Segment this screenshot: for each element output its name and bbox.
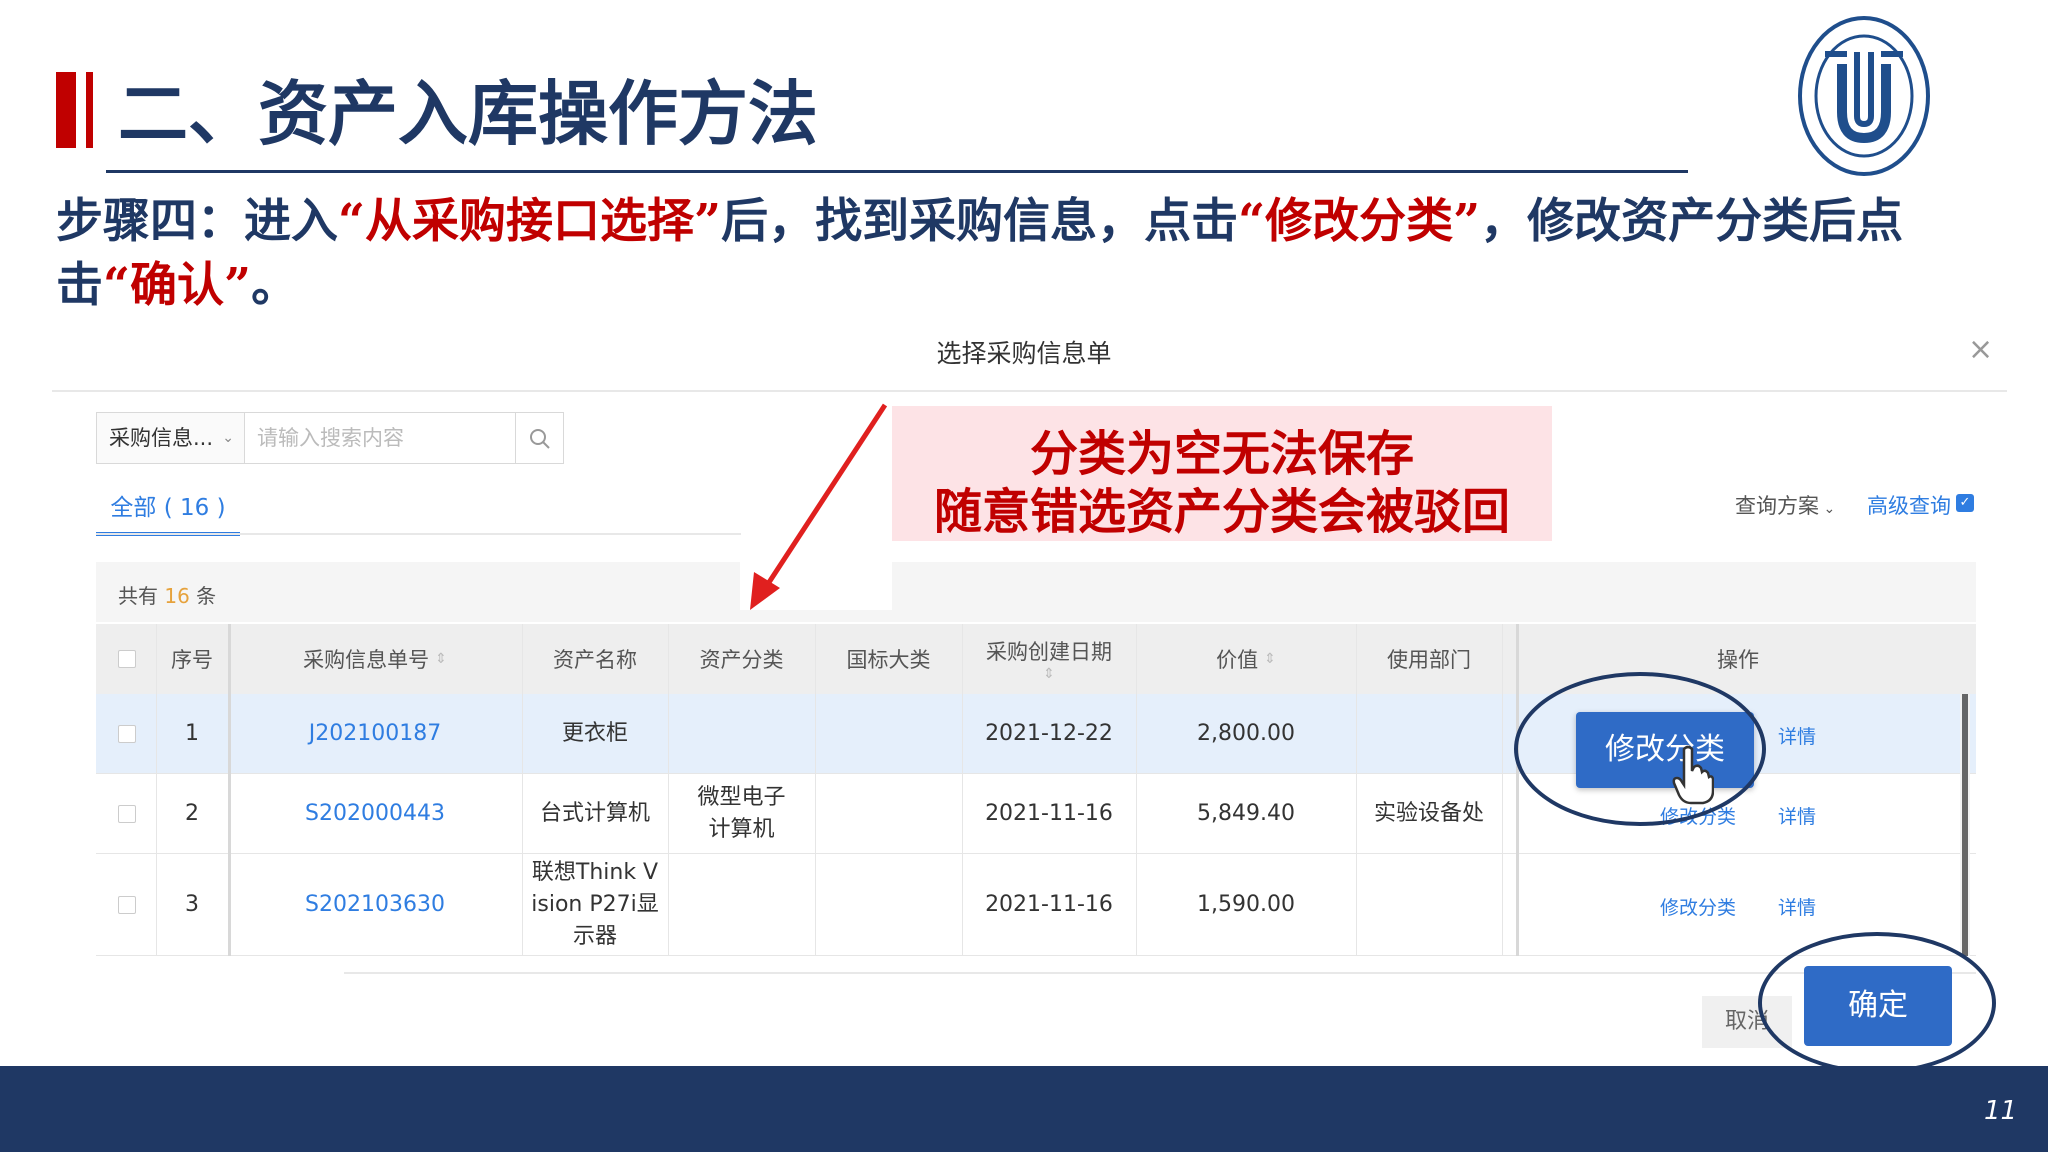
sort-icon: ⇕ [1264,651,1276,667]
detail-link[interactable]: 详情 [1778,722,1816,749]
search-field-select[interactable]: 采购信息... ⌄ [96,412,244,464]
count-prefix: 共有 [118,584,158,608]
cell-date: 2021-12-22 [985,721,1113,746]
chevron-down-icon: ⌄ [1819,501,1836,517]
cell-date: 2021-11-16 [985,892,1113,917]
col-header-category: 资产分类 [699,648,784,672]
step-text: 后，找到采购信息，点击 [721,194,1239,249]
search-button[interactable] [516,412,564,464]
title-accent-bar-thin [86,72,93,148]
sort-icon: ⇕ [1043,666,1055,682]
record-count: 共有 16 条 [118,580,216,609]
count-suffix: 条 [196,584,217,608]
title-accent-bar [56,72,76,148]
cell-date: 2021-11-16 [985,801,1113,826]
cell-code-link[interactable]: S202000443 [228,774,522,854]
cell-code-link[interactable]: J202100187 [228,694,522,774]
search-field-value: 采购信息... [109,426,214,450]
count-value: 16 [164,584,190,608]
annotation-line2: 随意错选资产分类会被驳回 [933,484,1510,540]
dialog-title: 选择采购信息单 [936,339,1112,368]
step-highlight: “确认” [103,258,252,313]
dialog-divider [52,390,2007,392]
row-checkbox[interactable] [118,805,136,823]
chevron-down-icon: ⌄ [222,430,234,446]
cell-category: 微型电子计算机 [697,785,786,842]
cell-value: 2,800.00 [1197,721,1295,746]
edit-category-link[interactable]: 修改分类 [1660,893,1736,920]
dialog-footer-divider [344,972,1976,974]
row-checkbox[interactable] [118,896,136,914]
count-bar [96,562,1976,622]
footer-band [0,1066,2048,1152]
search-icon [530,429,550,449]
col-header-label: 采购信息单号 [303,648,430,672]
highlight-ring [1758,932,1996,1074]
detail-link[interactable]: 详情 [1778,893,1816,920]
highlight-ring [1514,672,1766,826]
row-checkbox[interactable] [118,725,136,743]
cell-name: 台式计算机 [539,801,650,826]
cell-value: 5,849.40 [1197,801,1295,826]
cell-dept: 实验设备处 [1373,801,1484,826]
cell-value: 1,590.00 [1197,892,1295,917]
cell-index: 1 [185,721,199,746]
column-divider [1502,624,1503,956]
col-header-label: 价值 [1216,648,1259,672]
col-header-code[interactable]: 采购信息单号 ⇕ [228,624,522,694]
col-header-date[interactable]: 采购创建日期 ⇕ [962,624,1136,694]
advanced-query-link[interactable]: 高级查询 [1867,490,1951,520]
detail-link[interactable]: 详情 [1778,802,1816,829]
select-all-checkbox[interactable] [118,650,136,668]
scrollbar-thumb[interactable] [1962,694,1968,956]
page-number: 11 [1984,1096,2018,1126]
sort-icon: ⇕ [435,651,447,667]
tab-divider [96,533,741,535]
cell-name: 联想Think Vision P27i显示器 [531,860,659,949]
col-header-value[interactable]: 价值 ⇕ [1136,624,1356,694]
close-icon[interactable]: × [1968,332,1993,367]
cell-index: 3 [185,892,199,917]
col-header-name: 资产名称 [553,648,637,672]
col-header-label: 采购创建日期 [986,640,1112,664]
slide-title: 二、资产入库操作方法 [118,73,818,155]
step-highlight: “从采购接口选择” [338,194,722,249]
step-text: 步骤四：进入 [56,194,338,249]
shanghai-university-logo [1798,16,1930,176]
col-header-national: 国标大类 [846,648,931,672]
col-header-index: 序号 [171,648,213,672]
query-scheme-dropdown[interactable]: 查询方案 ⌄ [1735,490,1835,520]
step-highlight: “修改分类” [1238,194,1481,249]
title-underline [106,170,1688,173]
query-scheme-label: 查询方案 [1735,494,1819,518]
step-text: 。 [251,258,299,313]
col-header-dept: 使用部门 [1387,648,1471,672]
cell-name: 更衣柜 [561,721,628,746]
red-arrow-icon [750,403,888,610]
cell-index: 2 [185,801,199,826]
step-instruction: 步骤四：进入“从采购接口选择”后，找到采购信息，点击“修改分类”，修改资产分类后… [56,190,2016,318]
checkbox-icon[interactable]: ✓ [1956,494,1974,512]
search-input[interactable]: 请输入搜索内容 [244,412,516,464]
cell-code-link[interactable]: S202103630 [228,854,522,956]
tab-all[interactable]: 全部 ( 16 ) [96,488,240,536]
